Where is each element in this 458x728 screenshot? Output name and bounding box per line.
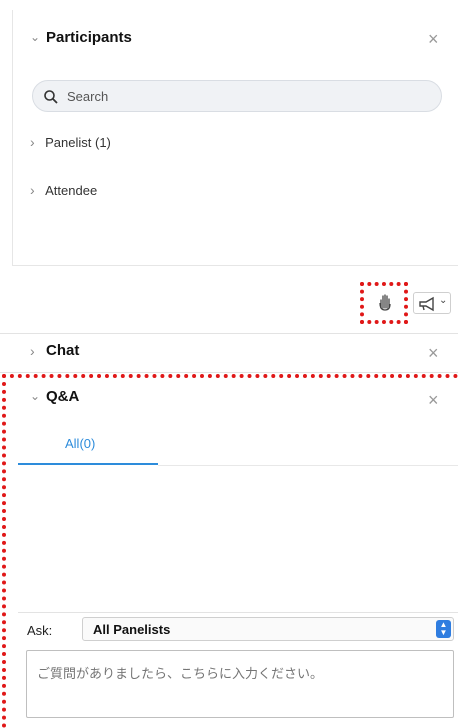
search-icon (44, 90, 58, 104)
tree-item-panelist[interactable]: › Panelist (1) (30, 134, 330, 154)
participants-title: Participants (46, 29, 132, 46)
chat-close-icon[interactable]: × (428, 344, 439, 362)
participants-search-box[interactable]: Search (32, 80, 442, 112)
search-placeholder: Search (67, 89, 109, 104)
divider (0, 372, 458, 373)
chat-chevron-icon[interactable]: › (30, 343, 35, 359)
tree-item-attendee[interactable]: › Attendee (30, 182, 330, 202)
tree-item-label: Panelist (1) (45, 135, 111, 150)
tree-item-label: Attendee (45, 183, 98, 198)
dash-box-qa (2, 374, 458, 728)
chevron-right-icon: › (30, 134, 35, 150)
participants-chevron-icon[interactable]: ⌄ (30, 30, 40, 44)
chevron-right-icon: › (30, 182, 35, 198)
announce-button[interactable]: ⌄ (413, 292, 451, 314)
chat-title: Chat (46, 342, 80, 359)
chevron-down-icon: ⌄ (439, 295, 448, 306)
divider (0, 333, 458, 334)
participants-close-icon[interactable]: × (428, 30, 439, 48)
dash-box-hand (360, 282, 408, 324)
megaphone-icon (419, 296, 434, 312)
